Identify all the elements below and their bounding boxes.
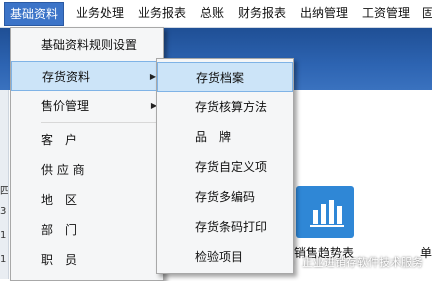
menu-item-label: 存货核算方法 — [195, 100, 268, 114]
menu-item-label: 检验项目 — [195, 250, 244, 264]
menu-item-custom-fields[interactable]: 存货自定义项 — [157, 152, 293, 182]
menu-item-label: 供 应 商 — [41, 163, 85, 177]
menu-item-regions[interactable]: 地 区 — [11, 185, 163, 215]
menu-general-ledger[interactable]: 总账 — [200, 0, 224, 26]
strip-label: 1 — [0, 254, 7, 265]
menu-item-label: 职 员 — [41, 253, 78, 267]
menu-item-price-management[interactable]: 售价管理 ▶ — [11, 91, 163, 121]
menu-item-label: 地 区 — [41, 193, 78, 207]
menu-item-label: 售价管理 — [41, 99, 90, 113]
strip-label: 四 — [0, 186, 8, 197]
menu-item-rule-settings[interactable]: 基础资料规则设置 — [11, 30, 163, 60]
menu-item-label: 客 户 — [41, 133, 78, 147]
menu-item-inspection[interactable]: 检验项目 — [157, 242, 293, 272]
menu-item-brand[interactable]: 品 牌 — [157, 122, 293, 152]
menu-business-reports[interactable]: 业务报表 — [138, 0, 186, 26]
watermark-text: 正业进销存软件技术服务 — [302, 256, 423, 269]
menu-item-label: 基础资料规则设置 — [41, 38, 138, 52]
menu-item-inventory-archive[interactable]: 存货档案 — [157, 62, 293, 92]
menu-item-label: 部 门 — [41, 223, 78, 237]
menu-item-departments[interactable]: 部 门 — [11, 215, 163, 245]
strip-label: 3 — [0, 206, 7, 217]
menu-financial-reports[interactable]: 财务报表 — [238, 0, 286, 26]
menu-item-suppliers[interactable]: 供 应 商 — [11, 155, 163, 185]
watermark: ◌正业进销存软件技术服务 — [282, 252, 432, 274]
menu-item-costing-method[interactable]: 存货核算方法 — [157, 92, 293, 122]
menu-fixed-assets[interactable]: 固 — [422, 0, 432, 26]
menu-bar: 基础资料 业务处理 业务报表 总账 财务报表 出纳管理 工资管理 固 — [0, 0, 432, 28]
menu-item-customers[interactable]: 客 户 — [11, 125, 163, 155]
menu-separator — [41, 122, 159, 123]
menu-item-label: 存货多编码 — [195, 190, 256, 204]
sales-trend-tile[interactable] — [296, 186, 354, 238]
inventory-data-submenu: 存货档案 存货核算方法 品 牌 存货自定义项 存货多编码 存货条码打印 检验项目 — [156, 58, 294, 274]
menu-item-employees[interactable]: 职 员 — [11, 245, 163, 275]
menu-item-inventory-data[interactable]: 存货资料 ▶ — [11, 61, 163, 91]
menu-item-barcode-print[interactable]: 存货条码打印 — [157, 212, 293, 242]
menu-business[interactable]: 业务处理 — [76, 0, 124, 26]
bar-chart-icon — [310, 200, 344, 227]
menu-payroll[interactable]: 工资管理 — [362, 0, 410, 26]
menu-item-label: 品 牌 — [195, 130, 232, 144]
menu-item-label: 存货档案 — [196, 71, 245, 85]
menu-item-multi-code[interactable]: 存货多编码 — [157, 182, 293, 212]
menu-item-label: 存货资料 — [42, 70, 91, 84]
menu-cashier[interactable]: 出纳管理 — [300, 0, 348, 26]
strip-label: 1 — [0, 230, 7, 241]
menu-basic-data[interactable]: 基础资料 — [4, 2, 65, 26]
menu-item-label: 存货条码打印 — [195, 220, 268, 234]
menu-item-label: 存货自定义项 — [195, 160, 268, 174]
basic-data-dropdown: 基础资料规则设置 存货资料 ▶ 售价管理 ▶ 客 户 供 应 商 地 区 部 门… — [10, 27, 164, 281]
